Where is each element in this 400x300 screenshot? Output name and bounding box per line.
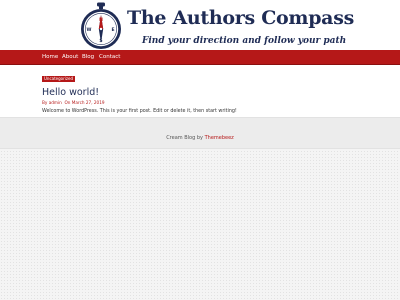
author-label: By (42, 100, 48, 105)
theme-author-link[interactable]: Themebeez (205, 135, 234, 141)
post-author-link[interactable]: admin (49, 100, 62, 105)
post-title[interactable]: Hello world! (42, 87, 99, 98)
compass-logo-icon[interactable]: N E S W (78, 2, 124, 51)
post-list: Uncategorized Hello world! By admin On M… (0, 65, 400, 117)
compass-s-label: S (99, 38, 102, 44)
nav-item-blog[interactable]: Blog (82, 50, 94, 64)
site-tagline: Find your direction and follow your path (142, 36, 347, 46)
site-footer: Cream Blog by Themebeez (0, 117, 400, 149)
compass-n-label: N (99, 17, 103, 23)
site-header: N E S W The Authors Compass Find your di… (0, 0, 400, 50)
credit-text: Cream Blog by (166, 135, 203, 141)
footer-credits: Cream Blog by Themebeez (0, 135, 400, 141)
category-badge[interactable]: Uncategorized (42, 76, 75, 82)
compass-w-label: W (87, 27, 92, 33)
post-date-link[interactable]: March 27, 2019 (72, 100, 105, 105)
post-excerpt: Welcome to WordPress. This is your first… (42, 109, 237, 114)
post-meta: By admin On March 27, 2019 (42, 100, 105, 105)
compass-e-label: E (111, 27, 114, 33)
site-title[interactable]: The Authors Compass (127, 7, 354, 29)
nav-item-contact[interactable]: Contact (99, 50, 120, 64)
date-label: On (64, 100, 71, 105)
nav-item-about[interactable]: About (62, 50, 78, 64)
main-navigation: Home About Blog Contact (0, 50, 400, 65)
nav-item-home[interactable]: Home (42, 50, 58, 64)
